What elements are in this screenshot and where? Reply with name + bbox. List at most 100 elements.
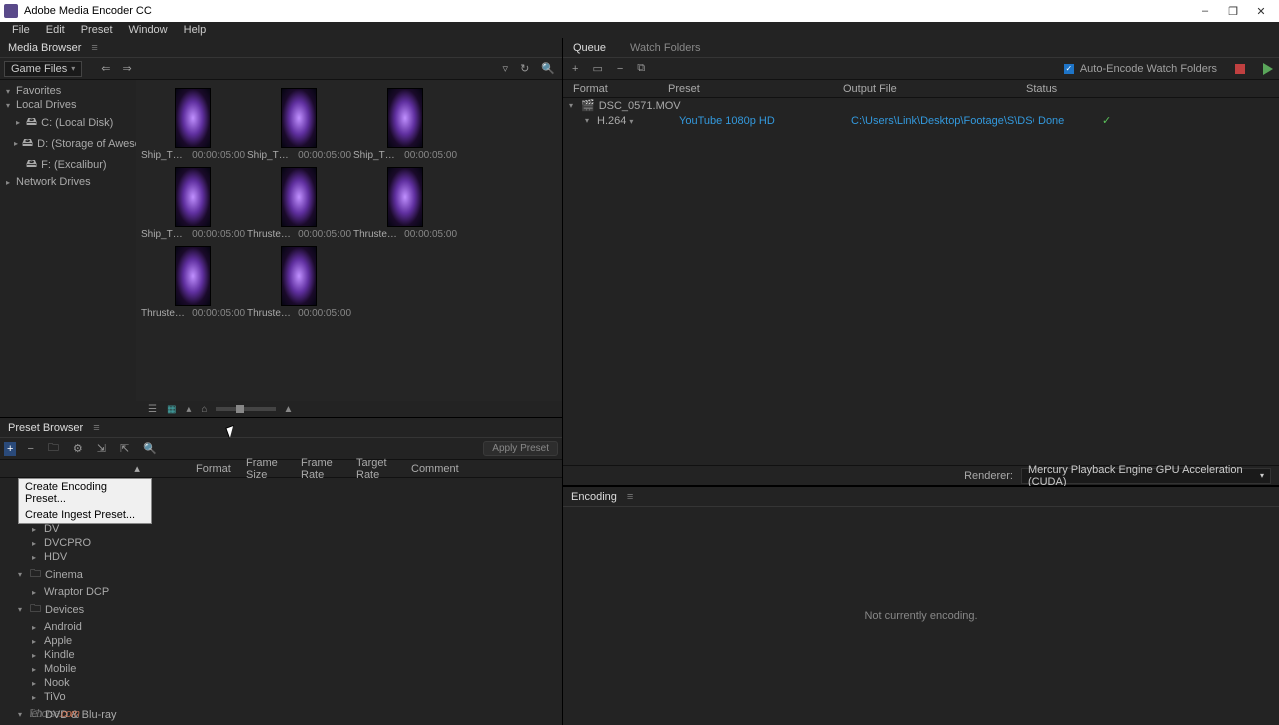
queue-output-row[interactable]: ▾ H.264 ▾ YouTube 1080p HD C:\Users\Link… [563,113,1279,128]
filter-icon[interactable]: ▿ [500,62,512,75]
media-browser-tab[interactable]: Media Browser [6,40,83,56]
search-preset-icon[interactable]: 🔍 [140,442,160,455]
col-frame-rate[interactable]: Frame Rate [295,457,350,481]
preset-tree-item[interactable]: ▾🗀 DVD & Blu-ray [0,704,562,725]
add-output-icon[interactable]: ▭ [589,62,605,75]
panel-menu-icon[interactable] [93,422,99,434]
chevron-icon[interactable]: ▸ [32,623,40,632]
col-comment[interactable]: Comment [405,463,465,475]
zoom-large-icon[interactable]: ▲ [282,404,296,415]
chevron-icon[interactable]: ▸ [32,637,40,646]
col-target-rate[interactable]: Target Rate [350,457,405,481]
tree-drive-f[interactable]: 🖴F: (Excalibur) [0,154,136,175]
menu-window[interactable]: Window [121,22,176,38]
thumbnail-item[interactable]: Ship_Thrus...00:00:05:00 [247,88,351,161]
preset-tree-item[interactable]: ▾🗀 Cinema [0,564,562,585]
chevron-down-icon[interactable]: ▾ [585,116,593,125]
watch-folders-tab[interactable]: Watch Folders [626,40,705,56]
chevron-icon[interactable]: ▾ [18,570,26,579]
chevron-icon[interactable]: ▾ [18,605,26,614]
col-queue-status[interactable]: Status [1026,83,1279,95]
minimize-button[interactable]: – [1191,0,1219,22]
queue-source-row[interactable]: ▾ 🎬 DSC_0571.MOV [563,98,1279,113]
preset-tree-item[interactable]: ▸HDV [0,550,562,564]
col-frame-size[interactable]: Frame Size [240,457,295,481]
refresh-icon[interactable]: ↻ [517,62,532,75]
grid-view-icon[interactable]: ▦ [165,404,178,415]
encoding-tab[interactable]: Encoding [569,489,619,505]
close-button[interactable]: ✕ [1247,0,1275,22]
thumbnail-item[interactable]: Ship_Thrus...00:00:05:00 [141,167,245,240]
preset-tree-item[interactable]: ▸DV [0,522,562,536]
zoom-out-icon[interactable]: ▴ [184,404,193,415]
list-view-icon[interactable]: ☰ [146,404,159,415]
chevron-icon[interactable]: ▸ [32,525,40,534]
search-icon[interactable]: 🔍 [538,62,558,75]
export-icon[interactable]: ⇱ [117,442,132,455]
preset-tree-item[interactable]: ▸Android [0,620,562,634]
col-preset-name[interactable]: ▴ [0,462,190,475]
preset-tree-item[interactable]: ▸Apple [0,634,562,648]
delete-preset-icon[interactable]: − [24,443,36,455]
thumbnail-item[interactable]: Thruster1.png00:00:05:00 [247,167,351,240]
panel-menu-icon[interactable] [91,42,97,54]
thumbnail-item[interactable]: Thruster3.png00:00:05:00 [141,246,245,319]
chevron-icon[interactable]: ▸ [32,693,40,702]
chevron-icon[interactable]: ▸ [32,539,40,548]
menu-edit[interactable]: Edit [38,22,73,38]
thumbnail-item[interactable]: Thruster2.png00:00:05:00 [353,167,457,240]
chevron-icon[interactable]: ▸ [32,665,40,674]
col-queue-preset[interactable]: Preset [668,83,843,95]
tree-drive-c[interactable]: ▸🖴C: (Local Disk) [0,112,136,133]
thumb-size-slider[interactable] [216,407,276,411]
stop-queue-button[interactable] [1235,64,1245,74]
new-group-icon[interactable]: 🗀 [45,439,62,458]
menu-preset[interactable]: Preset [73,22,121,38]
thumbnail-item[interactable]: Thruster4.png00:00:05:00 [247,246,351,319]
chevron-icon[interactable]: ▾ [18,710,26,719]
preset-tree-item[interactable]: ▸DVCPRO [0,536,562,550]
chevron-icon[interactable]: ▸ [32,588,40,597]
output-format[interactable]: H.264 ▾ [597,115,675,127]
chevron-down-icon[interactable]: ▾ [569,101,577,110]
settings-icon[interactable]: ⚙ [70,442,86,455]
col-format[interactable]: Format [190,463,240,475]
chevron-icon[interactable]: ▸ [32,679,40,688]
preset-tree-item[interactable]: ▸Kindle [0,648,562,662]
col-queue-output[interactable]: Output File [843,83,1026,95]
add-preset-icon[interactable]: + [4,442,16,456]
output-preset[interactable]: YouTube 1080p HD [679,115,847,127]
preset-tree-item[interactable]: ▾🗀 Devices [0,599,562,620]
menu-create-encoding-preset[interactable]: Create Encoding Preset... [19,479,151,507]
tree-local-drives[interactable]: ▾Local Drives [0,98,136,112]
duplicate-icon[interactable]: ⧉ [634,62,648,75]
maximize-button[interactable]: ❐ [1219,0,1247,22]
auto-encode-checkbox[interactable]: ✓ [1064,64,1074,74]
start-queue-button[interactable] [1263,63,1273,75]
tree-favorites[interactable]: ▾Favorites [0,84,136,98]
preset-tree-item[interactable]: ▸Wraptor DCP [0,585,562,599]
add-source-icon[interactable]: + [569,63,581,75]
queue-tab[interactable]: Queue [569,40,610,56]
preset-tree-item[interactable]: ▸TiVo [0,690,562,704]
remove-icon[interactable]: − [614,63,626,75]
chevron-icon[interactable]: ▸ [32,651,40,660]
tree-network-drives[interactable]: ▸Network Drives [0,175,136,189]
zoom-small-icon[interactable]: ⌂ [199,404,209,415]
apply-preset-button[interactable]: Apply Preset [483,441,558,456]
menu-file[interactable]: File [4,22,38,38]
import-icon[interactable]: ⇲ [94,442,109,455]
chevron-icon[interactable]: ▸ [32,553,40,562]
thumbnail-item[interactable]: Ship_Thrus...00:00:05:00 [353,88,457,161]
nav-back-icon[interactable]: ⇐ [98,62,113,75]
filter-dropdown[interactable]: Game Files [4,61,82,77]
preset-tree-item[interactable]: ▸Mobile [0,662,562,676]
col-queue-format[interactable]: Format [573,83,668,95]
preset-browser-tab[interactable]: Preset Browser [6,420,85,436]
output-file[interactable]: C:\Users\Link\Desktop\Footage\S\DSC_0571… [851,115,1034,127]
thumbnail-item[interactable]: Ship_Thrus...00:00:05:00 [141,88,245,161]
tree-drive-d[interactable]: ▸🖴D: (Storage of Awesomen [0,133,136,154]
menu-help[interactable]: Help [176,22,215,38]
menu-create-ingest-preset[interactable]: Create Ingest Preset... [19,507,151,523]
renderer-dropdown[interactable]: Mercury Playback Engine GPU Acceleration… [1021,468,1271,484]
